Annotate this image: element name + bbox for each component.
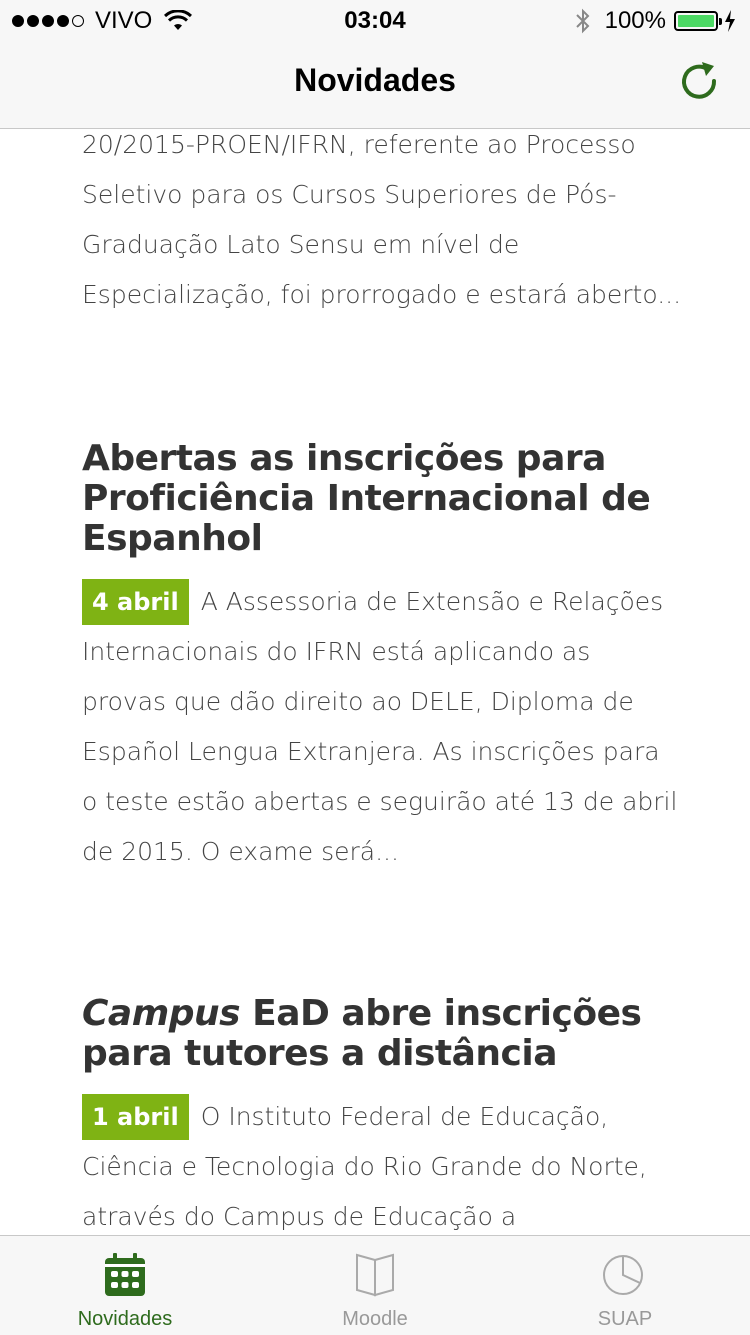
news-title-italic: Campus [82, 993, 241, 1034]
news-item[interactable]: Abertas as inscrições para Proficiência … [82, 439, 682, 877]
navigation-bar: Novidades [0, 40, 750, 129]
calendar-icon [105, 1253, 145, 1296]
book-icon [356, 1253, 394, 1297]
page-title: Novidades [294, 62, 456, 98]
pie-chart-icon [603, 1255, 643, 1295]
tab-label: SUAP [597, 1308, 653, 1330]
battery-percentage: 100% [604, 7, 666, 34]
tab-novidades[interactable]: Novidades [0, 1236, 250, 1335]
news-body: 4 abril A Assessoria de Extensão e Relaçõ… [82, 577, 682, 877]
news-item[interactable]: 20/2015-PROEN/IFRN, referente ao Process… [82, 129, 682, 320]
news-feed[interactable]: 20/2015-PROEN/IFRN, referente ao Process… [0, 129, 750, 1235]
date-badge: 4 abril [82, 579, 189, 625]
tab-label: Moodle [342, 1308, 408, 1330]
news-body: 1 abril O Instituto Federal de Educação, … [82, 1092, 682, 1235]
refresh-icon[interactable] [678, 60, 722, 106]
charging-icon [725, 10, 735, 32]
status-bar: VIVO 03:04 100% [0, 0, 750, 40]
news-title[interactable]: Abertas as inscrições para Proficiência … [82, 439, 682, 559]
news-title[interactable]: Campus EaD abre inscrições para tutores … [82, 994, 682, 1074]
news-item[interactable]: Campus EaD abre inscrições para tutores … [82, 994, 682, 1235]
news-excerpt: A Assessoria de Extensão e Relações Inte… [82, 587, 678, 866]
news-excerpt: 20/2015-PROEN/IFRN, referente ao Process… [82, 130, 682, 309]
tab-label: Novidades [77, 1308, 173, 1330]
date-badge: 1 abril [82, 1094, 189, 1140]
bluetooth-icon [575, 8, 590, 34]
tab-bar: Novidades Moodle SUAP [0, 1235, 750, 1335]
battery-icon [674, 11, 722, 31]
tab-moodle[interactable]: Moodle [250, 1236, 500, 1335]
status-right: 100% [575, 7, 736, 35]
tab-suap[interactable]: SUAP [500, 1236, 750, 1335]
